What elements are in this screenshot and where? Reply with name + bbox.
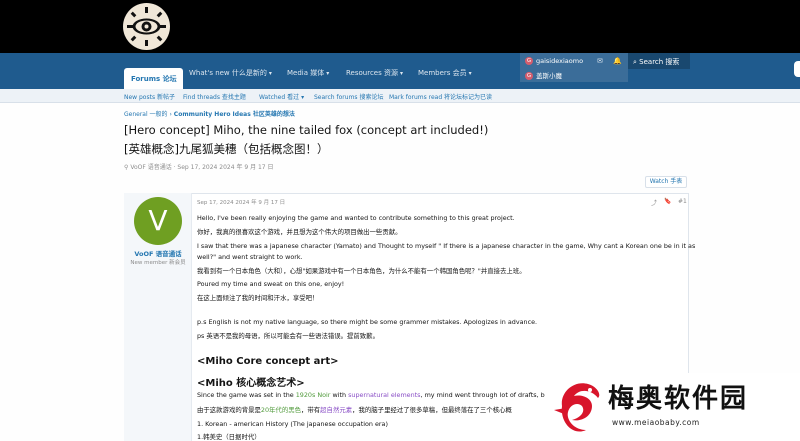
post-text: 你好，我真的很喜欢这个游戏，并且想为这个伟大的项目做出一些贡献。 bbox=[197, 228, 402, 236]
tab-resources[interactable]: Resources 资源 ▾ bbox=[346, 68, 403, 78]
new-posts-link[interactable]: New posts 新帖子 bbox=[124, 92, 175, 101]
thread-meta: ⚲ VoOF 语音通话 · Sep 17, 2024 2024 年 9 月 17… bbox=[124, 164, 274, 171]
post-text: p.s English is not my native language, s… bbox=[197, 318, 538, 326]
chevron-down-icon[interactable]: ▾ bbox=[269, 70, 272, 77]
watch-button[interactable]: Watch 手表 bbox=[645, 176, 687, 188]
watermark-text: 梅奥软件园 bbox=[608, 384, 749, 414]
account-username-zh[interactable]: G 盖斯小魔 bbox=[525, 70, 562, 80]
post-text: 由于这款游戏的背景是20年代的黑色，带有超自然元素，我的脑子里经过了很多草稿，但… bbox=[197, 406, 512, 414]
post-username[interactable]: VoOF 语音通话 bbox=[124, 248, 192, 258]
chevron-down-icon[interactable]: ▾ bbox=[469, 70, 472, 77]
search-forums-link[interactable]: Search forums 搜索论坛 bbox=[314, 92, 383, 101]
eye-emblem-icon bbox=[127, 7, 166, 46]
mark-forums-read-link[interactable]: Mark forums read 将论坛标记为已读 bbox=[389, 92, 492, 101]
post-text: 1.韩美史（日据时代） bbox=[197, 433, 261, 441]
tab-media[interactable]: Media 媒体 ▾ bbox=[287, 68, 329, 78]
post-text: Hello, I've been really enjoying the gam… bbox=[197, 214, 515, 222]
tab-members[interactable]: Members 会员 ▾ bbox=[418, 68, 472, 78]
tab-whats-new[interactable]: What's new 什么是新的 ▾ bbox=[189, 68, 272, 78]
chevron-down-icon[interactable]: ▾ bbox=[301, 94, 304, 101]
post-text: 我看到有一个日本角色（大和），心想"如果游戏中有一个日本角色，为什么不能有一个韩… bbox=[197, 267, 526, 275]
post-text: Poured my time and sweat on this one, en… bbox=[197, 280, 345, 288]
avatar: G bbox=[525, 57, 533, 65]
find-threads-link[interactable]: Find threads 查找主题 bbox=[183, 92, 246, 101]
account-username[interactable]: Ggaisidexiaomo bbox=[525, 57, 583, 65]
breadcrumb: General 一般的 › Community Hero Ideas 社区英雄的… bbox=[124, 109, 295, 118]
thread-title: [Hero concept] Miho, the nine tailed fox… bbox=[124, 123, 489, 137]
bookmark-icon[interactable]: 🔖 bbox=[664, 198, 671, 205]
user-role: New member 新会员 bbox=[130, 260, 186, 266]
chevron-down-icon[interactable]: ▾ bbox=[400, 70, 403, 77]
avatar: G bbox=[525, 72, 533, 80]
breadcrumb-general[interactable]: General 一般的 bbox=[124, 111, 168, 118]
dragon-logo-icon bbox=[554, 383, 600, 432]
post-text: ps 英语不是我的母语，所以可能会有一些语法错误。提前致歉。 bbox=[197, 332, 379, 340]
section-heading-zh: <Miho 核心概念艺术> bbox=[197, 378, 305, 389]
share-icon[interactable]: ⤴ bbox=[651, 198, 657, 207]
site-logo[interactable] bbox=[123, 3, 170, 50]
post-text: 1. Korean - american History (The japane… bbox=[197, 420, 388, 428]
post-text: Since the game was set in the 1920s Noir… bbox=[197, 391, 558, 399]
section-heading: <Miho Core concept art> bbox=[197, 356, 339, 367]
bell-icon[interactable]: 🔔 bbox=[613, 57, 622, 65]
chevron-down-icon[interactable]: ▾ bbox=[326, 70, 329, 77]
site-header bbox=[0, 0, 800, 53]
search-icon: ⌕ bbox=[633, 58, 637, 66]
avatar[interactable]: V bbox=[134, 197, 182, 245]
watermark-url: www.meiaobaby.com bbox=[612, 418, 700, 427]
post-date[interactable]: Sep 17, 2024 2024 年 9 月 17 日 bbox=[197, 198, 285, 206]
search-button[interactable]: ⌕ Search 搜索 bbox=[628, 53, 690, 69]
post-number[interactable]: #1 bbox=[678, 198, 687, 205]
side-handle[interactable] bbox=[794, 61, 800, 77]
thread-title-zh: [英雄概念]九尾狐美穗（包括概念图！） bbox=[124, 142, 329, 156]
post-text: well?" and went straight to work. bbox=[197, 253, 303, 261]
post-text: I saw that there was a japanese characte… bbox=[197, 242, 696, 250]
post-text: 在这上面倾注了我的时间和汗水，享受吧！ bbox=[197, 294, 319, 302]
tab-forums[interactable]: Forums 论坛 bbox=[124, 68, 183, 89]
breadcrumb-community[interactable]: Community Hero Ideas 社区英雄的想法 bbox=[174, 111, 295, 118]
inbox-icon[interactable]: ✉ bbox=[597, 57, 603, 65]
watched-link[interactable]: Watched 看过 ▾ bbox=[259, 92, 304, 101]
